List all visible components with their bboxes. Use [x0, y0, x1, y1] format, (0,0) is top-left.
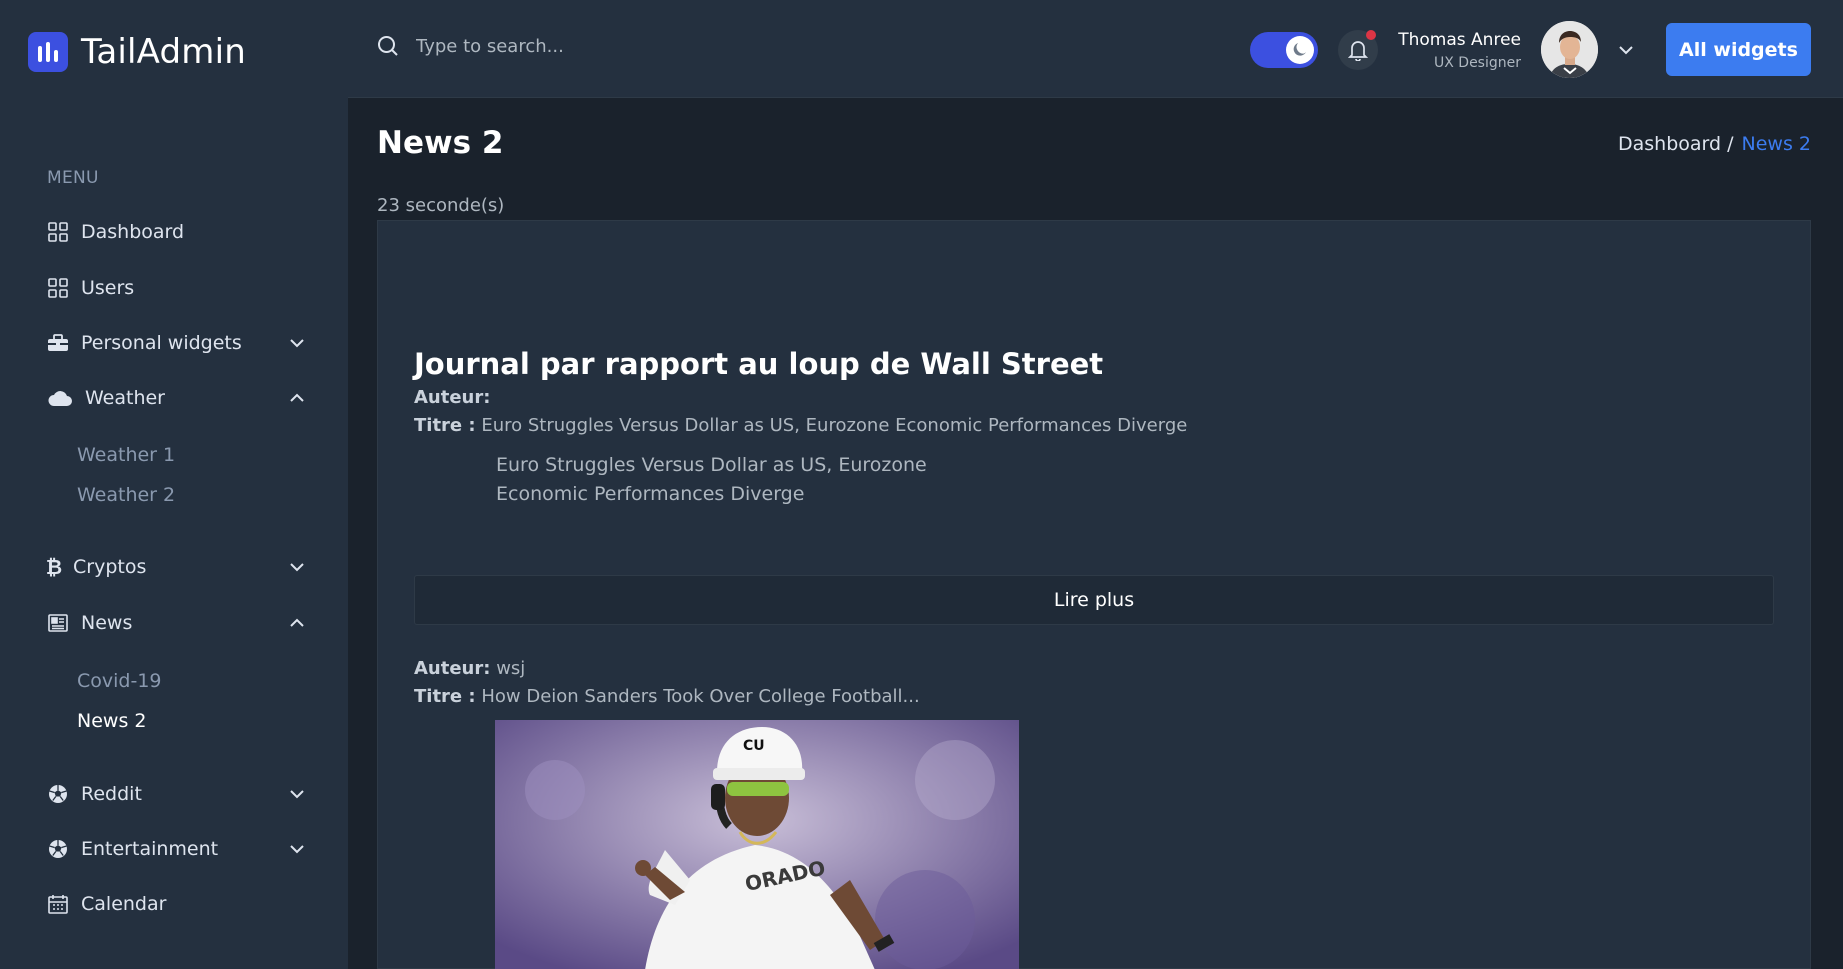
moon-icon — [1286, 36, 1314, 64]
title-value: How Deion Sanders Took Over College Foot… — [481, 686, 920, 707]
sidebar-item-label: Reddit — [81, 783, 142, 805]
chevron-down-icon — [290, 339, 304, 348]
article-author-row: Auteur: wsj — [414, 658, 525, 679]
sidebar-item-label: Cryptos — [73, 556, 147, 578]
top-header: Thomas Anree UX Designer All widgets — [348, 0, 1843, 98]
sidebar-item-dashboard[interactable]: Dashboard — [47, 212, 307, 252]
bitcoin-icon: ₿ — [45, 554, 63, 579]
calendar-icon — [47, 893, 69, 915]
all-widgets-button[interactable]: All widgets — [1666, 23, 1811, 76]
brand[interactable]: TailAdmin — [28, 32, 246, 72]
search-input[interactable] — [416, 35, 716, 57]
news-card: Journal par rapport au loup de Wall Stre… — [377, 220, 1811, 969]
author-label: Auteur: — [414, 658, 491, 679]
bell-icon — [1348, 41, 1368, 61]
notification-dot — [1366, 30, 1376, 40]
notifications-button[interactable] — [1338, 30, 1378, 70]
sidebar-item-calendar[interactable]: Calendar — [47, 884, 307, 924]
sidebar-item-label: News — [81, 612, 133, 634]
news-heading: Journal par rapport au loup de Wall Stre… — [414, 347, 1104, 381]
grid-icon — [47, 277, 69, 299]
chevron-up-icon — [290, 393, 304, 402]
article-title-row: Titre : How Deion Sanders Took Over Coll… — [414, 686, 920, 707]
avatar[interactable] — [1541, 21, 1598, 78]
breadcrumb-current: News 2 — [1741, 133, 1811, 155]
title-label: Titre : — [414, 686, 476, 707]
sidebar-subitem-weather-1[interactable]: Weather 1 — [77, 444, 175, 466]
sidebar-subitem-covid-19[interactable]: Covid-19 — [77, 670, 162, 692]
sidebar-item-label: Entertainment — [81, 838, 219, 860]
title-label: Titre : — [414, 415, 476, 436]
newspaper-icon — [47, 612, 69, 634]
svg-text:CU: CU — [743, 738, 765, 754]
sidebar-item-weather[interactable]: Weather — [47, 378, 307, 418]
page-title: News 2 — [377, 125, 504, 161]
breadcrumb: Dashboard / News 2 — [1618, 133, 1811, 155]
chevron-down-icon[interactable] — [1616, 40, 1636, 60]
toolbox-icon — [47, 332, 69, 354]
sidebar-item-label: Calendar — [81, 893, 167, 915]
breadcrumb-root[interactable]: Dashboard / — [1618, 133, 1734, 155]
read-more-button[interactable]: Lire plus — [414, 575, 1774, 625]
soccer-ball-icon — [47, 838, 69, 860]
user-name[interactable]: Thomas Anree — [1398, 30, 1521, 50]
menu-title: MENU — [47, 168, 99, 188]
article-author-row: Auteur: — [414, 387, 490, 408]
brand-name: TailAdmin — [81, 32, 247, 72]
sidebar-item-label: Users — [81, 277, 135, 299]
sidebar-item-cryptos[interactable]: ₿ Cryptos — [45, 547, 307, 587]
chevron-down-icon — [290, 845, 304, 854]
author-label: Auteur: — [414, 387, 491, 408]
sidebar-subitem-news-2[interactable]: News 2 — [77, 710, 146, 732]
title-value: Euro Struggles Versus Dollar as US, Euro… — [481, 415, 1188, 436]
sidebar-item-entertainment[interactable]: Entertainment — [47, 829, 307, 869]
sidebar-item-news[interactable]: News — [47, 603, 307, 643]
sidebar-item-label: Personal widgets — [81, 332, 242, 354]
sidebar-item-label: Dashboard — [81, 221, 185, 243]
elapsed-time: 23 seconde(s) — [377, 195, 505, 216]
article-title-row: Titre : Euro Struggles Versus Dollar as … — [414, 415, 1187, 436]
news-image[interactable]: CU ORADO — [495, 720, 1019, 969]
sidebar-item-personal-widgets[interactable]: Personal widgets — [47, 323, 307, 363]
chevron-down-icon — [290, 790, 304, 799]
sidebar: TailAdmin MENU Dashboard Users Personal … — [0, 0, 348, 969]
search-bar[interactable] — [376, 34, 716, 58]
user-role: UX Designer — [1434, 55, 1521, 71]
brand-logo-icon — [28, 32, 68, 72]
soccer-ball-icon — [47, 783, 69, 805]
sidebar-item-users[interactable]: Users — [47, 268, 307, 308]
sidebar-item-label: Weather — [85, 387, 165, 409]
cloud-icon — [47, 387, 73, 409]
sidebar-subitem-weather-2[interactable]: Weather 2 — [77, 484, 175, 506]
author-value: wsj — [496, 658, 526, 679]
search-icon — [378, 36, 398, 56]
sidebar-item-reddit[interactable]: Reddit — [47, 774, 307, 814]
grid-icon — [47, 221, 69, 243]
chevron-up-icon — [290, 618, 304, 627]
chevron-down-icon — [290, 563, 304, 572]
dark-mode-toggle[interactable] — [1250, 32, 1318, 68]
article-description: Euro Struggles Versus Dollar as US, Euro… — [496, 454, 927, 505]
